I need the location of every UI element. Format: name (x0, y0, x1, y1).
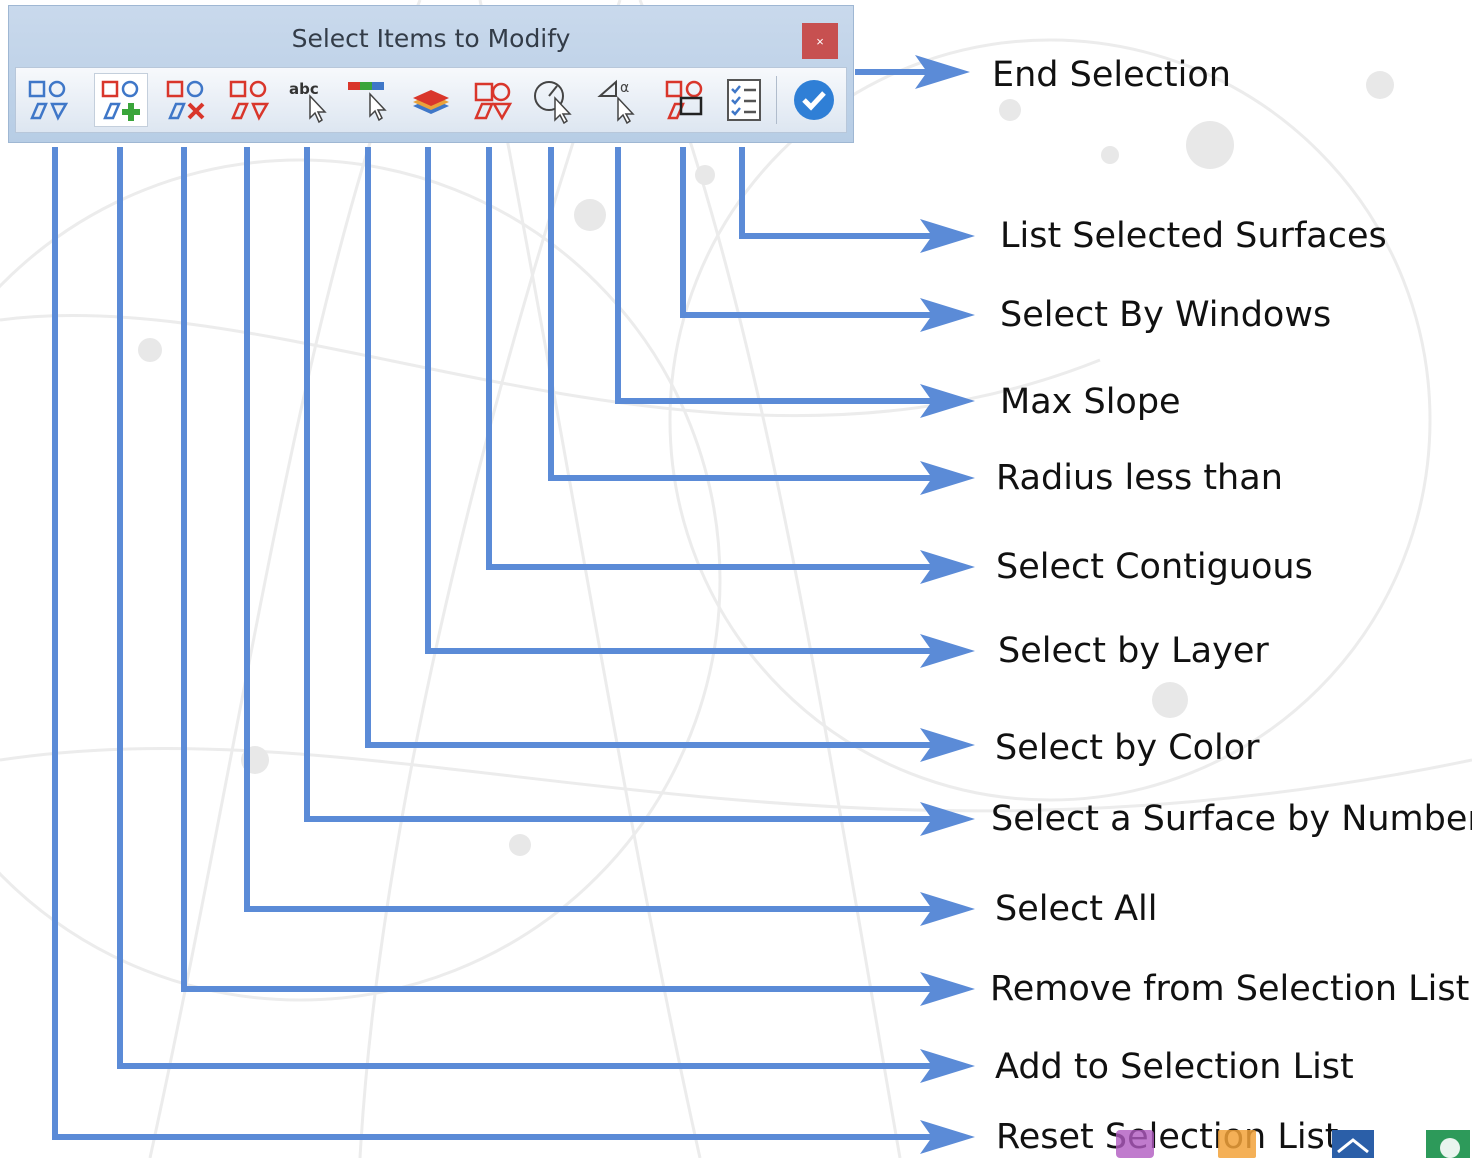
end-selection-button[interactable] (788, 74, 840, 126)
select-all-button[interactable] (223, 74, 275, 126)
callout-select-by-color: Select by Color (995, 728, 1260, 768)
select-surface-by-number-button[interactable]: abc (284, 74, 336, 126)
shapes-add-icon (101, 80, 140, 121)
callout-select-by-layer: Select by Layer (998, 631, 1269, 671)
reset-selection-list-button[interactable] (22, 74, 74, 126)
svg-text:α: α (620, 80, 629, 96)
callout-select-surface-by-number: Select a Surface by Number (991, 799, 1472, 839)
color-cursor-icon (348, 82, 387, 122)
callout-remove-from-selection-list: Remove from Selection List (990, 969, 1470, 1009)
callout-radius-less-than: Radius less than (996, 458, 1283, 498)
list-selected-surfaces-button[interactable] (718, 74, 770, 126)
layers-icon (413, 90, 449, 114)
slope-cursor-icon: α (597, 79, 635, 124)
shapes-all-icon (229, 80, 270, 121)
callout-select-all: Select All (995, 889, 1158, 929)
contiguous-icon (474, 82, 513, 121)
radius-less-than-button[interactable] (527, 74, 579, 126)
callout-select-contiguous: Select Contiguous (996, 547, 1313, 587)
abc-cursor-icon: abc (289, 80, 327, 124)
callout-list-selected-surfaces: List Selected Surfaces (1000, 216, 1387, 256)
select-by-color-button[interactable] (344, 74, 396, 126)
callout-add-to-selection-list: Add to Selection List (995, 1047, 1354, 1087)
close-button[interactable]: × (802, 23, 838, 59)
select-items-toolbar: Select Items to Modify × abc α (8, 5, 854, 143)
toolbar-icon-strip: abc α (15, 67, 847, 133)
select-by-windows-button[interactable] (659, 74, 711, 126)
green-app-icon[interactable] (1424, 1126, 1470, 1158)
shapes-remove-icon (166, 80, 205, 120)
blue-app-icon[interactable] (1330, 1126, 1376, 1158)
callout-max-slope: Max Slope (1000, 382, 1181, 422)
max-slope-button[interactable]: α (594, 74, 646, 126)
purple-app-icon[interactable] (1112, 1126, 1158, 1158)
svg-text:abc: abc (289, 80, 319, 98)
radius-cursor-icon (534, 81, 572, 124)
toolbar-title: Select Items to Modify (291, 24, 571, 53)
callout-select-by-windows: Select By Windows (1000, 295, 1332, 335)
callout-reset-selection-list: Reset Selection List (996, 1117, 1339, 1157)
window-select-icon (665, 80, 703, 120)
remove-from-selection-list-button[interactable] (160, 74, 212, 126)
add-to-selection-list-button[interactable] (94, 73, 148, 127)
select-by-layer-button[interactable] (405, 74, 457, 126)
toolbar-separator (776, 76, 777, 124)
select-contiguous-button[interactable] (466, 74, 518, 126)
checklist-icon (727, 79, 761, 121)
callout-end-selection: End Selection (992, 55, 1231, 95)
checkmark-icon (794, 80, 834, 120)
orange-app-icon[interactable] (1214, 1126, 1260, 1158)
shapes-icon (28, 80, 69, 121)
